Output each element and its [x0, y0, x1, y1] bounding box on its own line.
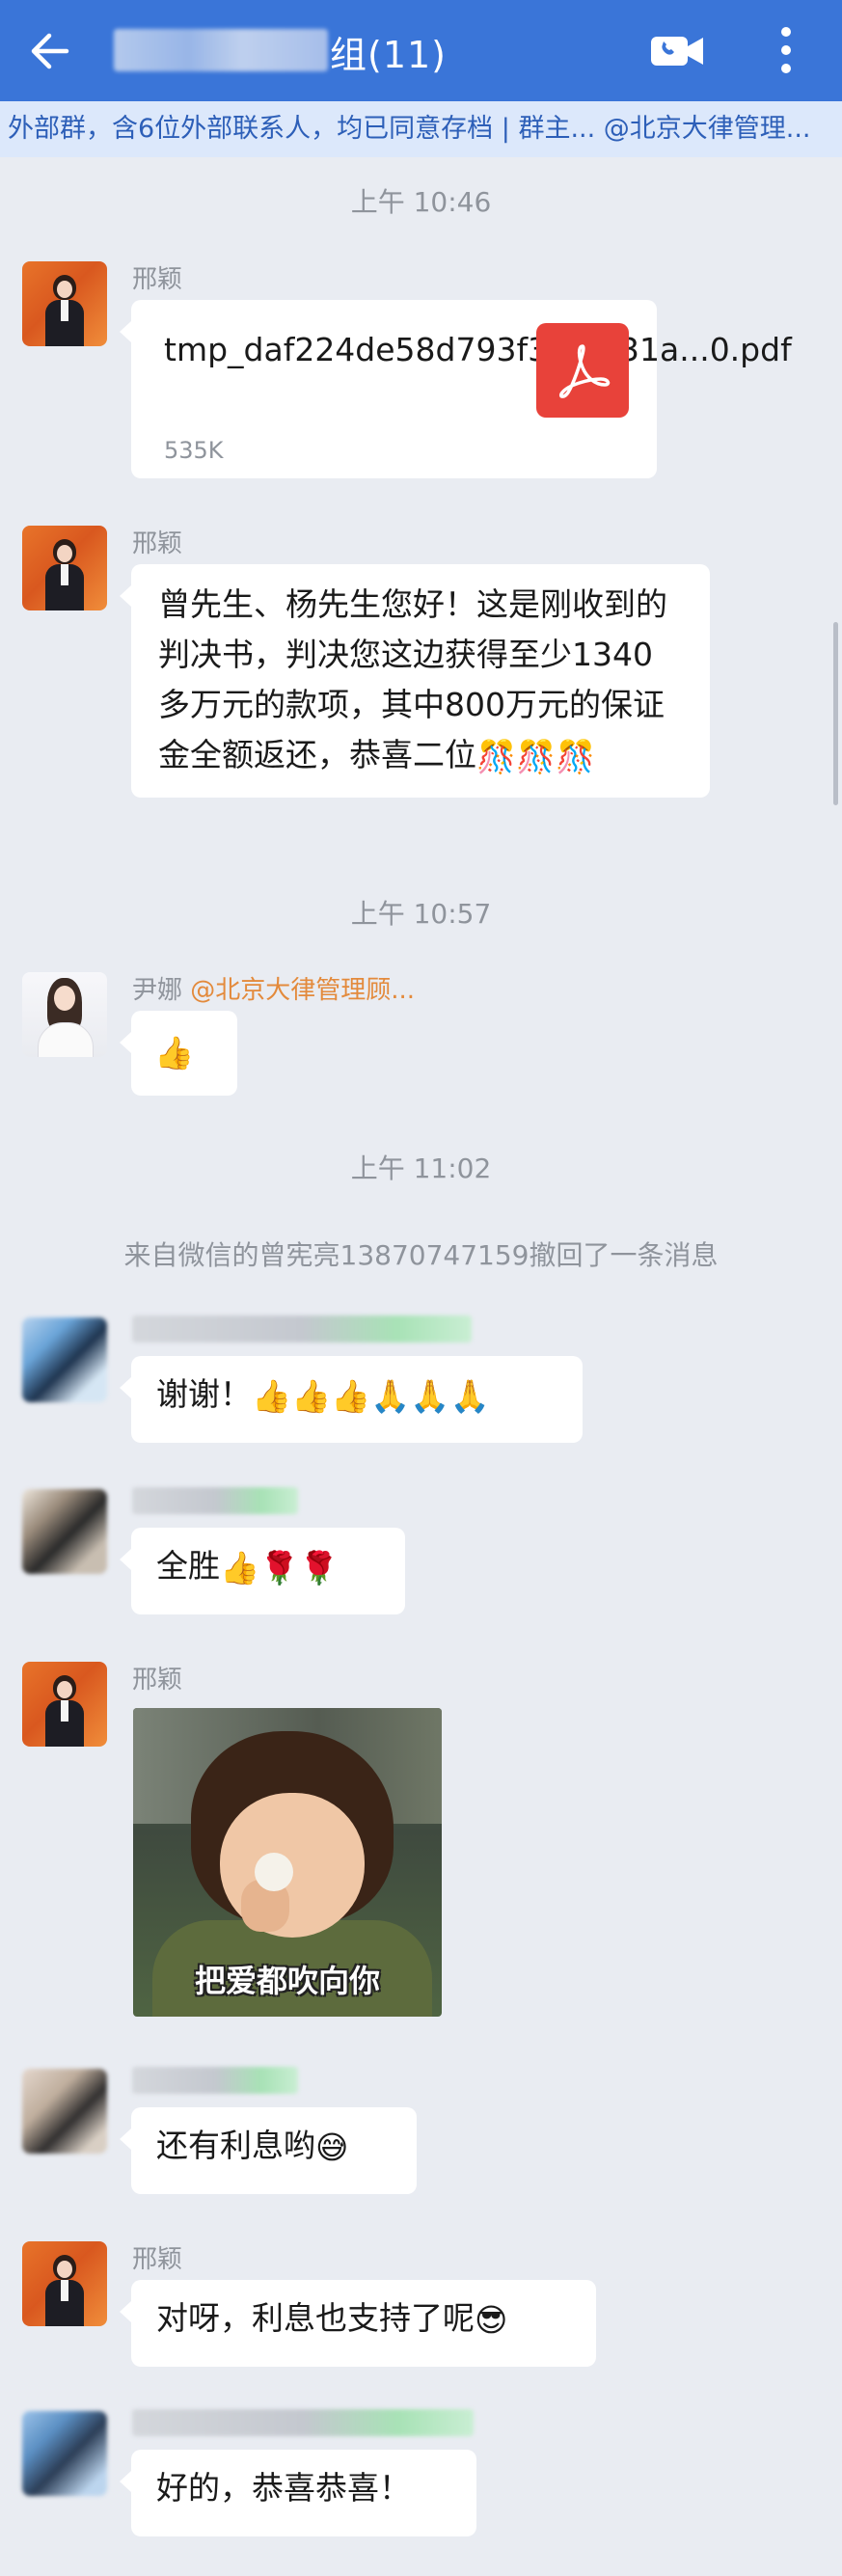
message-bubble[interactable]: 全胜👍🌹🌹 — [120, 1528, 405, 1614]
timestamp: 上午 11:02 — [350, 1152, 492, 1184]
sender-name: 尹娜 @北京大律管理顾... — [132, 976, 416, 1005]
avatar[interactable] — [22, 1489, 107, 1574]
thumbs-up-emoji: 👍 — [154, 1033, 195, 1071]
video-call-icon[interactable] — [648, 27, 706, 75]
thumbs-rose-emoji: 👍🌹🌹 — [220, 1548, 340, 1586]
sender-name-redacted — [132, 1487, 298, 1514]
avatar[interactable] — [22, 2069, 107, 2154]
file-size: 535K — [164, 437, 224, 464]
group-name-redacted — [114, 29, 328, 71]
timestamp: 上午 10:57 — [350, 898, 492, 930]
avatar[interactable] — [22, 2411, 107, 2496]
message-text: 对呀，利息也支持了呢 — [156, 2299, 475, 2337]
avatar[interactable] — [22, 972, 107, 1057]
sticker-image[interactable]: 把爱都吹向你 — [133, 1708, 442, 2017]
more-options-icon[interactable] — [762, 23, 810, 77]
sweat-smile-emoji: 😅 — [315, 2128, 349, 2166]
message-bubble[interactable]: 对呀，利息也支持了呢😎 — [120, 2280, 596, 2367]
back-arrow-icon[interactable] — [25, 27, 73, 75]
message-bubble[interactable]: 曾先生、杨先生您好！这是刚收到的判决书，判决您这边获得至少1340多万元的款项，… — [120, 564, 710, 798]
sender-name: 邢颖 — [132, 2245, 183, 2274]
sticker-caption: 把爱都吹向你 — [194, 1963, 380, 1999]
message-text: 谢谢！ — [156, 1375, 252, 1413]
chat-header: 组(11) — [0, 0, 842, 101]
sunglasses-emoji: 😎 — [475, 2300, 508, 2339]
message-text: 好的，恭喜恭喜！ — [156, 2469, 411, 2507]
sender-name: 邢颖 — [132, 265, 183, 294]
message-bubble[interactable]: 还有利息哟😅 — [120, 2107, 417, 2194]
message-bubble[interactable]: 好的，恭喜恭喜！ — [120, 2450, 476, 2536]
sender-name-redacted — [132, 2067, 298, 2094]
group-info-banner[interactable]: 外部群，含6位外部联系人，均已同意存档 | 群主... @北京大律管理... — [0, 101, 842, 157]
avatar[interactable] — [22, 261, 107, 346]
file-name: tmp_daf224de58d793f33fe231a...0.pdf — [164, 331, 792, 368]
message-bubble[interactable]: 👍 — [120, 1011, 237, 1096]
pdf-icon — [536, 323, 629, 418]
message-text: 还有利息哟 — [156, 2127, 315, 2164]
thumbs-pray-emoji: 👍👍👍🙏🙏🙏 — [252, 1376, 490, 1415]
avatar[interactable] — [22, 2241, 107, 2326]
mention-tag[interactable]: @北京大律管理顾... — [190, 976, 415, 1005]
sender-name-redacted — [132, 1315, 472, 1342]
timestamp: 上午 10:46 — [350, 186, 492, 218]
recall-notice: 来自微信的曾宪亮13870747159撤回了一条消息 — [123, 1239, 719, 1271]
avatar[interactable] — [22, 526, 107, 610]
fireworks-emoji: 🎊🎊🎊 — [476, 737, 596, 775]
file-message-card[interactable]: tmp_daf224de58d793f33fe231a...0.pdf 535K — [120, 300, 792, 478]
avatar[interactable] — [22, 1317, 107, 1402]
sender-name-redacted — [132, 2409, 474, 2436]
message-bubble[interactable]: 谢谢！👍👍👍🙏🙏🙏 — [120, 1356, 583, 1443]
sender-name: 邢颖 — [132, 1666, 183, 1695]
avatar[interactable] — [22, 1662, 107, 1747]
chat-title[interactable]: 组(11) — [330, 25, 447, 78]
scrollbar[interactable] — [833, 622, 838, 805]
message-text: 全胜 — [156, 1547, 220, 1585]
sender-name: 邢颖 — [132, 529, 183, 558]
